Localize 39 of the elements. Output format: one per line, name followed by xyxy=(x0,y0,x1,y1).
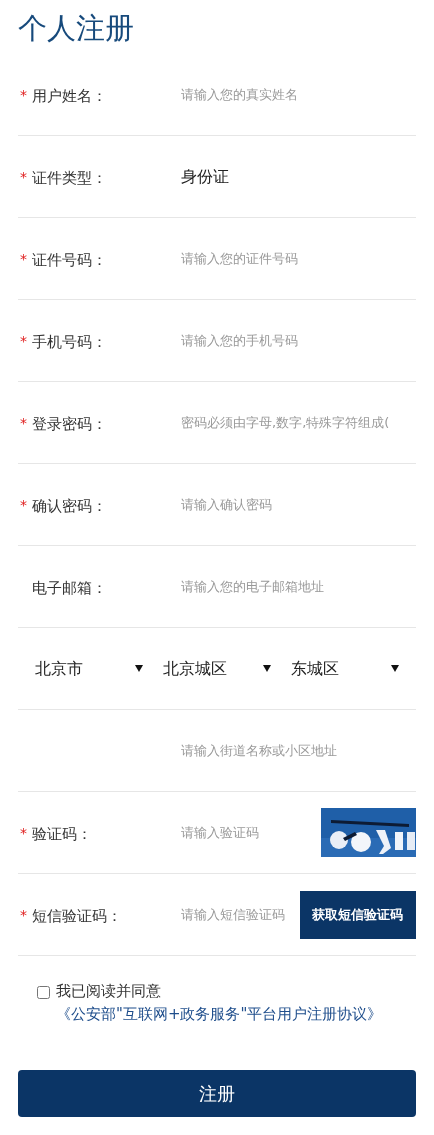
field-label: 确认密码： xyxy=(32,496,107,518)
field-label: 短信验证码： xyxy=(32,906,122,928)
input-field[interactable]: 请输入验证码 xyxy=(181,817,321,848)
field-label: 证件号码： xyxy=(32,250,107,272)
required-mark: * xyxy=(20,496,27,513)
region-select[interactable]: 东城区 xyxy=(291,652,401,685)
required-mark: * xyxy=(20,824,27,841)
input-field[interactable]: 请输入短信验证码 xyxy=(181,899,300,930)
input-field[interactable]: 请输入您的手机号码 xyxy=(181,325,416,356)
register-button[interactable]: 注册 xyxy=(18,1070,416,1117)
input-field[interactable]: 密码必须由字母,数字,特殊字符组成( xyxy=(181,407,416,438)
required-mark: * xyxy=(20,332,27,349)
id-type-select[interactable]: 身份证 xyxy=(181,160,416,193)
input-field[interactable]: 请输入确认密码 xyxy=(181,489,416,520)
agreement-text: 我已阅读并同意 《公安部"互联网+政务服务"平台用户注册协议》 xyxy=(56,980,406,1026)
page-title: 个人注册 xyxy=(18,10,134,46)
caret-icon xyxy=(263,665,271,672)
get-sms-code-button[interactable]: 获取短信验证码 xyxy=(299,890,416,939)
field-label: 电子邮箱： xyxy=(32,578,107,600)
field-label: 登录密码： xyxy=(32,414,107,436)
agreement-checkbox[interactable] xyxy=(37,986,50,999)
field-label: 证件类型： xyxy=(32,168,107,190)
required-mark: * xyxy=(20,250,27,267)
required-mark: * xyxy=(20,414,27,431)
input-field[interactable]: 请输入街道名称或小区地址 xyxy=(181,735,416,766)
input-field[interactable]: 请输入您的真实姓名 xyxy=(181,79,416,110)
field-label: 验证码： xyxy=(32,824,92,846)
field-label: 用户姓名： xyxy=(32,86,107,108)
field-label: 手机号码： xyxy=(32,332,107,354)
caret-icon xyxy=(135,665,143,672)
region-select[interactable]: 北京城区 xyxy=(163,652,273,685)
input-field[interactable]: 请输入您的证件号码 xyxy=(181,243,416,274)
required-mark: * xyxy=(20,906,27,923)
region-select[interactable]: 北京市 xyxy=(35,652,145,685)
required-mark: * xyxy=(20,168,27,185)
caret-icon xyxy=(391,665,399,672)
agreement-link[interactable]: 《公安部"互联网+政务服务"平台用户注册协议》 xyxy=(56,1003,383,1026)
required-mark: * xyxy=(20,86,27,103)
input-field[interactable]: 请输入您的电子邮箱地址 xyxy=(181,571,416,602)
